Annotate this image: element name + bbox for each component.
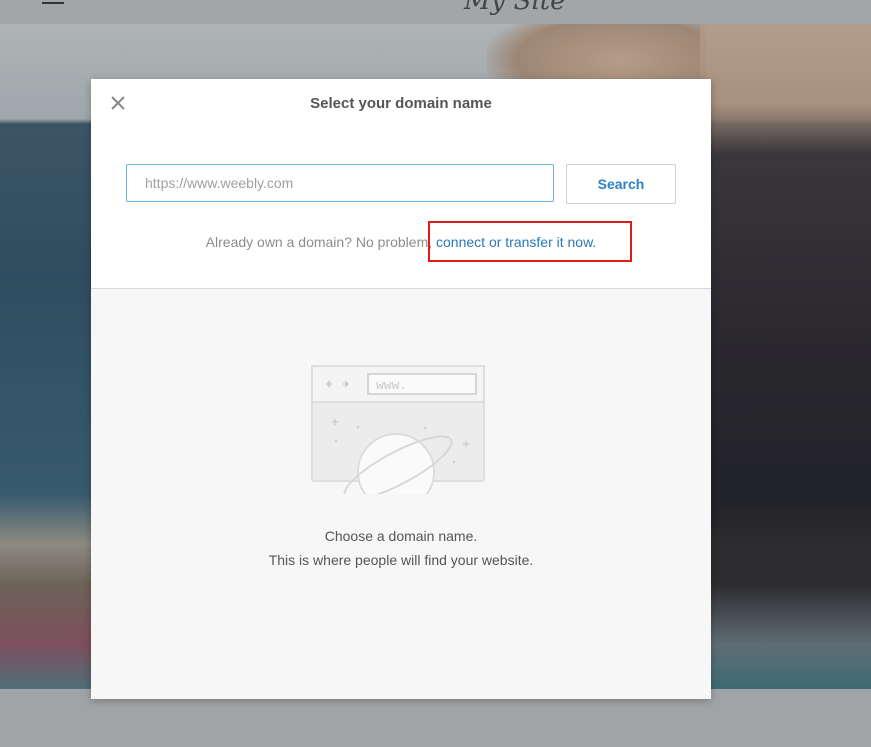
empty-state-line-1: Choose a domain name. — [324, 528, 478, 544]
hamburger-menu-icon[interactable] — [42, 0, 64, 4]
own-domain-text: Already own a domain? No problem, — [205, 234, 437, 250]
domain-modal: Select your domain name Search Already o… — [91, 79, 711, 699]
site-title: My Site — [464, 0, 566, 16]
illustration-url-text: www. — [376, 378, 407, 393]
site-header: My Site — [0, 0, 871, 24]
browser-planet-illustration: www. — [310, 364, 495, 511]
empty-state-text: Choose a domain name. This is where peop… — [91, 524, 711, 572]
modal-title: Select your domain name — [310, 95, 492, 112]
domain-search-input[interactable] — [126, 164, 554, 202]
own-domain-help: Already own a domain? No problem, connec… — [91, 234, 711, 250]
empty-state-line-2: This is where people will find your webs… — [268, 552, 534, 568]
connect-transfer-link[interactable]: connect or transfer it now. — [436, 234, 596, 250]
hero-figure — [700, 24, 871, 689]
modal-header-section: Select your domain name Search Already o… — [91, 79, 711, 289]
search-button[interactable]: Search — [566, 164, 676, 204]
